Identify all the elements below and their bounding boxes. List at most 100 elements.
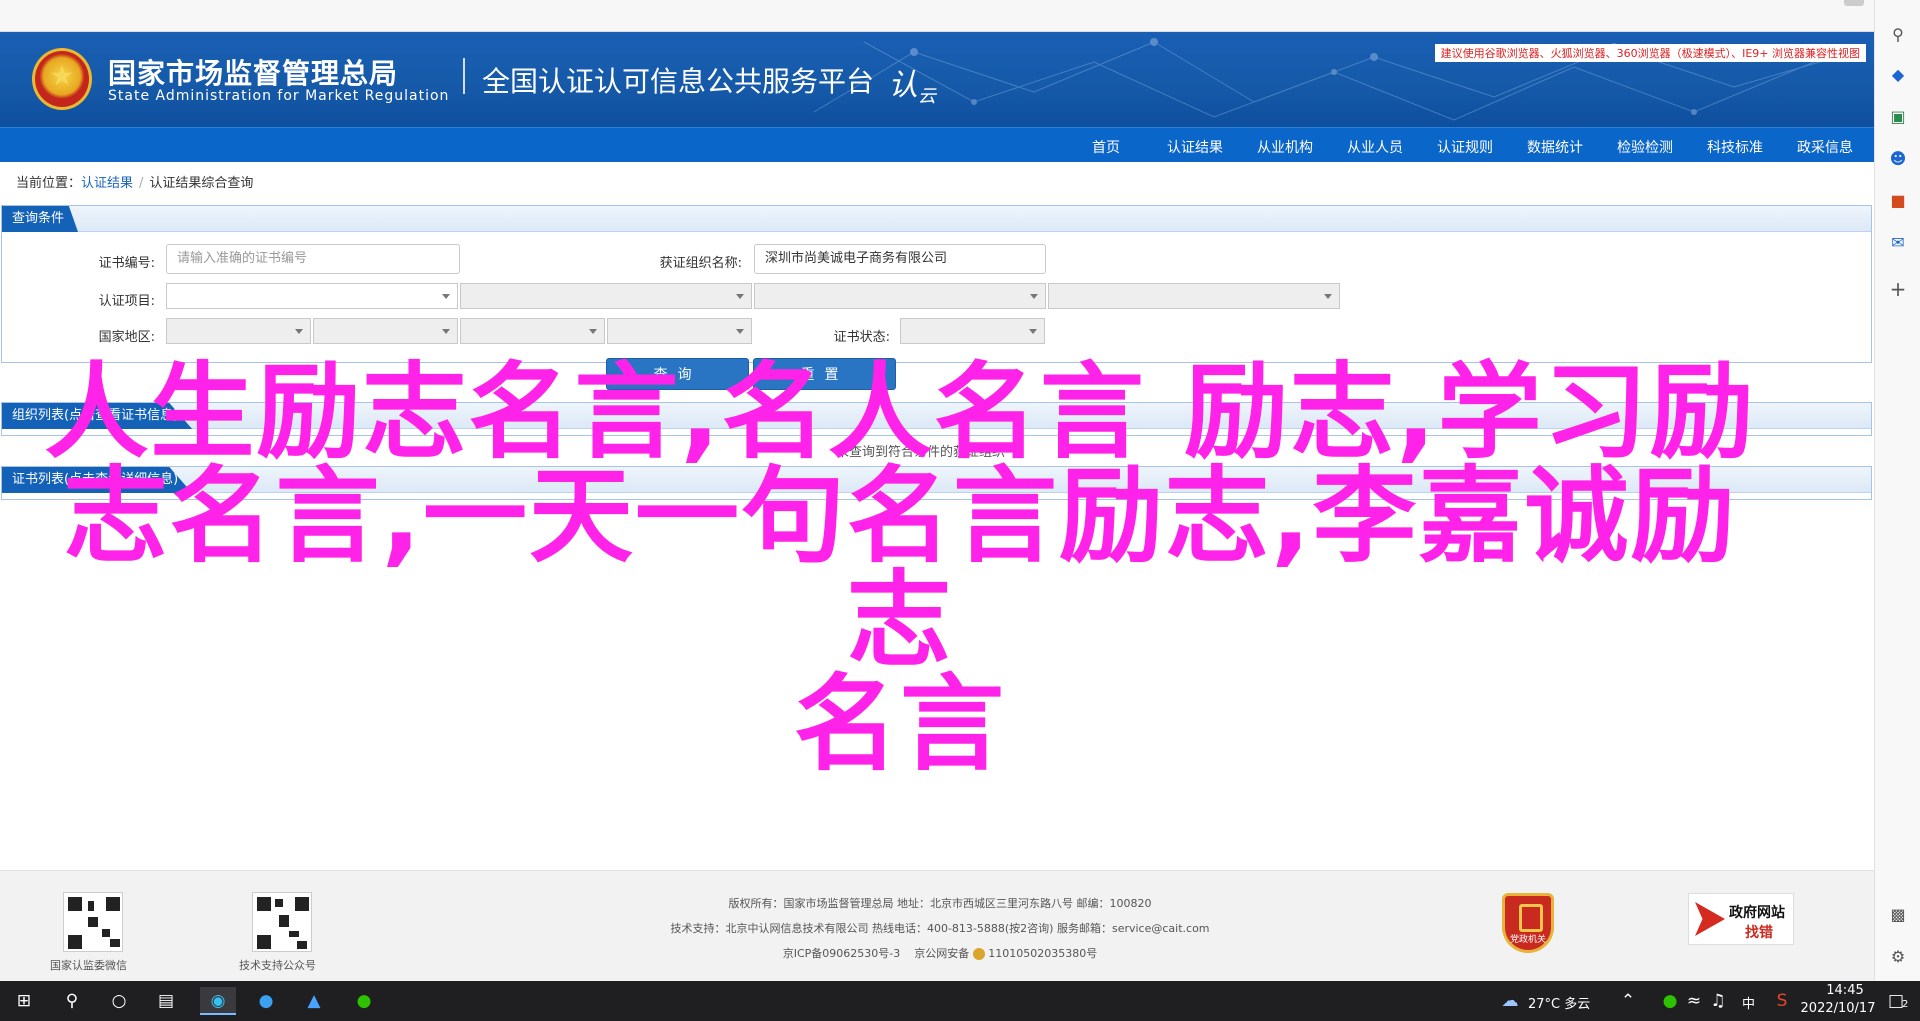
feishu-icon[interactable]: ▲ [296,987,332,1015]
nav-statistics[interactable]: 数据统计 [1527,137,1583,157]
nav-inspection[interactable]: 检验检测 [1617,137,1673,157]
weather-icon: ☁ [1501,991,1519,1011]
task-view-icon[interactable]: ○ [101,987,137,1015]
panel-icon[interactable]: ▩ [1887,904,1909,926]
search-icon[interactable]: ⚲ [54,987,90,1015]
status-label: 证书状态: [833,330,890,345]
widgets-icon[interactable]: ▤ [148,987,184,1015]
notification-count: 2 [1902,999,1909,1010]
chevron-down-icon [1029,329,1037,334]
chevron-down-icon [442,329,450,334]
volume-icon[interactable]: ♫ [1700,987,1736,1015]
footer-icp: 京ICP备09062530号-3 京公网安备 11010502035380号 [560,945,1320,961]
edge-browser-icon[interactable]: ◉ [200,987,236,1015]
browser-top-strip [0,0,1874,32]
nav-cert-results[interactable]: 认证结果 [1167,137,1223,157]
org-name-cn: 国家市场监督管理总局 [108,57,399,90]
police-badge-icon [972,948,985,960]
cert-no-input[interactable]: 请输入准确的证书编号 [166,244,460,274]
org-name-input[interactable]: 深圳市尚美诚电子商务有限公司 [754,244,1046,274]
browser-compat-note: 建议使用谷歌浏览器、火狐浏览器、360浏览器（极速模式）、IE9+ 浏览器兼容性… [1434,44,1866,62]
police-number[interactable]: 11010502035380号 [988,947,1097,960]
project-select-1[interactable] [166,283,458,309]
project-select-4[interactable] [1048,283,1340,309]
region-label: 国家地区: [98,330,155,345]
project-select-2[interactable] [460,283,752,309]
nav-standards[interactable]: 科技标准 [1707,137,1763,157]
gov-site-error-link[interactable]: 政府网站 找错 [1688,893,1794,945]
chevron-down-icon [442,294,450,299]
windows-start-icon[interactable]: ⊞ [6,987,42,1015]
search-icon[interactable]: ⚲ [1887,24,1909,46]
breadcrumb-link[interactable]: 认证结果 [81,176,133,191]
chevron-down-icon [736,294,744,299]
support-qr-code [252,892,312,952]
project-select-3[interactable] [754,283,1046,309]
nav-procurement[interactable]: 政采信息 [1797,137,1853,157]
qr1-caption: 国家认监委微信 [50,959,127,972]
cert-no-label: 证书编号: [98,256,155,271]
project-label: 认证项目: [98,294,155,309]
main-nav: 首页 认证结果 从业机构 从业人员 认证规则 数据统计 检验检测 科技标准 政采… [0,127,1874,162]
app-icon-blue[interactable]: ● [248,987,284,1015]
region-select-1[interactable] [166,318,311,344]
query-panel-tab: 查询条件 [2,206,79,232]
nav-personnel[interactable]: 从业人员 [1347,137,1403,157]
chevron-down-icon [295,329,303,334]
platform-title: 全国认证认可信息公共服务平台 [482,65,875,98]
ime-indicator[interactable]: 中 [1742,993,1755,1012]
org-name-label: 获证组织名称: [659,256,742,271]
outlook-icon[interactable]: ✉ [1887,232,1909,254]
region-select-2[interactable] [313,318,458,344]
weather-text[interactable]: 27°C 多云 [1528,993,1590,1012]
tag-icon[interactable]: ◆ [1887,64,1909,86]
party-gov-badge[interactable]: 党政机关 [1502,893,1554,953]
clock-time[interactable]: 14:45 [1816,983,1874,998]
scroll-thumb[interactable] [1844,0,1864,6]
site-footer: 国家认监委微信 技术支持公众号 版权所有：国家市场监督管理总局 地址：北京市西城… [0,870,1874,981]
gov-site-title: 政府网站 [1729,905,1785,921]
gov-flag-icon [1695,902,1725,936]
chevron-up-icon[interactable]: ⌃ [1610,987,1646,1015]
police-label: 京公网安备 [914,947,970,960]
org-name-en: State Administration for Market Regulati… [108,88,450,104]
query-panel-header: 查询条件 [2,206,1871,232]
qr2-caption: 技术支持公众号 [239,959,316,972]
overlay-title: 人生励志名言,名人名言 励志,学习励 志名言,一天一句名言励志,李嘉诚励志 名言 [40,360,1760,776]
platform-logo: 认云 [888,68,936,107]
sogou-icon[interactable]: S [1764,987,1800,1015]
browser-sidebar: ⚲ ◆ ▣ ☻ ■ ✉ + ▩ ⚙ [1874,0,1920,981]
wechat-qr-code [63,892,123,952]
region-select-3[interactable] [460,318,605,344]
gov-site-sub: 找错 [1745,925,1773,941]
footer-support: 技术支持：北京中认网信息技术有限公司 热线电话：400-813-5888(按2咨… [670,922,1210,935]
gear-icon[interactable]: ⚙ [1887,946,1909,968]
clock-date[interactable]: 2022/10/17 [1796,1001,1880,1016]
status-select[interactable] [900,318,1045,344]
notification-icon[interactable]: □ [1878,987,1914,1015]
add-icon[interactable]: + [1887,278,1909,300]
breadcrumb-label: 当前位置： [16,176,82,191]
nav-rules[interactable]: 认证规则 [1437,137,1493,157]
overlay-line-2: 志名言,一天一句名言励志,李嘉诚励志 [63,455,1737,681]
chevron-down-icon [589,329,597,334]
chevron-down-icon [1030,294,1038,299]
national-emblem-icon [32,48,92,110]
office-icon[interactable]: ■ [1887,190,1909,212]
overlay-line-1: 人生励志名言,名人名言 励志,学习励 [44,351,1756,473]
nav-institutions[interactable]: 从业机构 [1257,137,1313,157]
overlay-line-3: 名言 [793,663,1006,785]
wechat-icon[interactable]: ● [346,987,382,1015]
breadcrumb: 当前位置：认证结果 / 认证结果综合查询 [16,172,253,191]
toolbox-icon[interactable]: ▣ [1887,106,1909,128]
people-icon[interactable]: ☻ [1887,148,1909,170]
browser-page: 建议使用谷歌浏览器、火狐浏览器、360浏览器（极速模式）、IE9+ 浏览器兼容性… [0,0,1874,981]
header-divider [463,58,465,94]
chevron-down-icon [736,329,744,334]
nav-home[interactable]: 首页 [1092,137,1120,157]
icp-number[interactable]: 京ICP备09062530号-3 [783,947,901,960]
breadcrumb-current: 认证结果综合查询 [149,176,254,191]
region-select-4[interactable] [607,318,752,344]
windows-taskbar: ⊞ ⚲ ○ ▤ ◉ ● ▲ ● ☁ 27°C 多云 ⌃ ● ≈ ♫ 中 S 14… [0,981,1920,1021]
chevron-down-icon [1324,294,1332,299]
